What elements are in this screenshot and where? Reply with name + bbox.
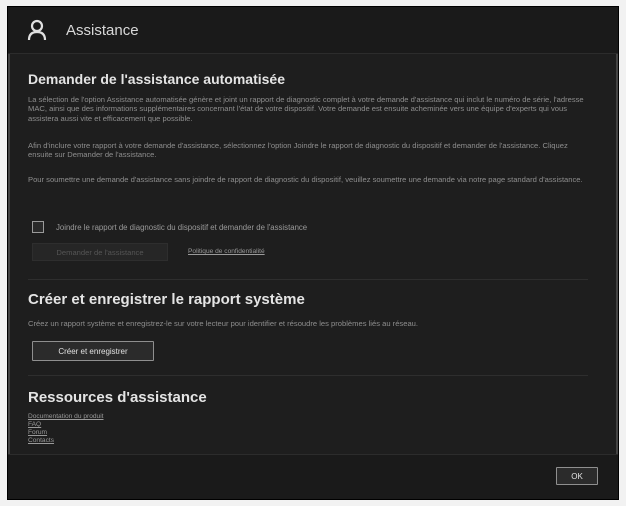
attach-diagnostic-label[interactable]: Joindre le rapport de diagnostic du disp… — [56, 223, 307, 232]
forum-link[interactable]: Forum — [28, 429, 47, 436]
faq-link[interactable]: FAQ — [28, 421, 41, 428]
system-report-description: Créez un rapport système et enregistrez-… — [28, 319, 418, 328]
person-icon — [27, 19, 47, 41]
request-support-button[interactable]: Demander de l'assistance — [32, 243, 168, 261]
assistance-dialog: Assistance Demander de l'assistance auto… — [7, 6, 619, 500]
contacts-link[interactable]: Contacts — [28, 437, 54, 444]
product-documentation-link[interactable]: Documentation du produit — [28, 413, 104, 420]
section-divider — [28, 279, 588, 280]
dialog-title: Assistance — [66, 22, 139, 39]
dialog-footer: OK — [8, 454, 618, 499]
ok-button[interactable]: OK — [556, 467, 598, 485]
privacy-policy-link[interactable]: Politique de confidentialité — [188, 248, 265, 255]
attach-diagnostic-checkbox[interactable] — [32, 221, 44, 233]
include-report-instructions: Afin d'inclure votre rapport à votre dem… — [28, 141, 568, 160]
section-divider — [28, 375, 588, 376]
section-automated-support-title: Demander de l'assistance automatisée — [28, 71, 285, 87]
dialog-header: Assistance — [8, 7, 618, 54]
automated-support-description: La sélection de l'option Assistance auto… — [28, 95, 584, 123]
create-and-save-button[interactable]: Créer et enregistrer — [32, 341, 154, 361]
standard-support-instructions: Pour soumettre une demande d'assistance … — [28, 175, 583, 184]
section-system-report-title: Créer et enregistrer le rapport système — [28, 291, 305, 308]
section-resources-title: Ressources d'assistance — [28, 389, 207, 406]
